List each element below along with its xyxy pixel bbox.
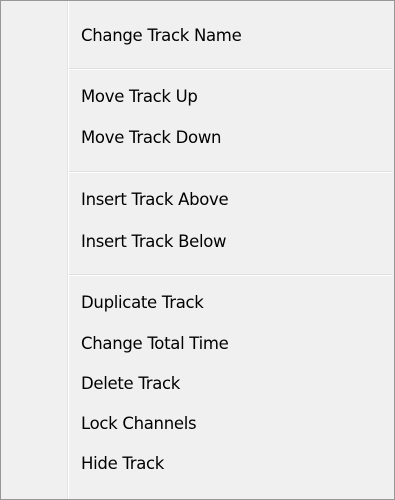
menu-item-delete-track[interactable]: Delete Track xyxy=(81,367,390,401)
context-menu: Change Track Name Move Track Up Move Tra… xyxy=(0,0,395,500)
menu-item-move-track-down[interactable]: Move Track Down xyxy=(81,121,390,155)
menu-item-change-total-time[interactable]: Change Total Time xyxy=(81,327,390,361)
menu-item-lock-channels[interactable]: Lock Channels xyxy=(81,407,390,441)
menu-icon-gutter-highlight xyxy=(68,1,69,499)
menu-item-change-track-name[interactable]: Change Track Name xyxy=(81,19,390,53)
menu-item-insert-track-above[interactable]: Insert Track Above xyxy=(81,183,390,217)
menu-item-insert-track-below[interactable]: Insert Track Below xyxy=(81,225,390,259)
menu-separator xyxy=(69,68,392,70)
menu-item-duplicate-track[interactable]: Duplicate Track xyxy=(81,286,390,320)
menu-item-move-track-up[interactable]: Move Track Up xyxy=(81,80,390,114)
menu-separator xyxy=(69,274,392,276)
menu-separator xyxy=(69,171,392,173)
menu-item-hide-track[interactable]: Hide Track xyxy=(81,447,390,481)
